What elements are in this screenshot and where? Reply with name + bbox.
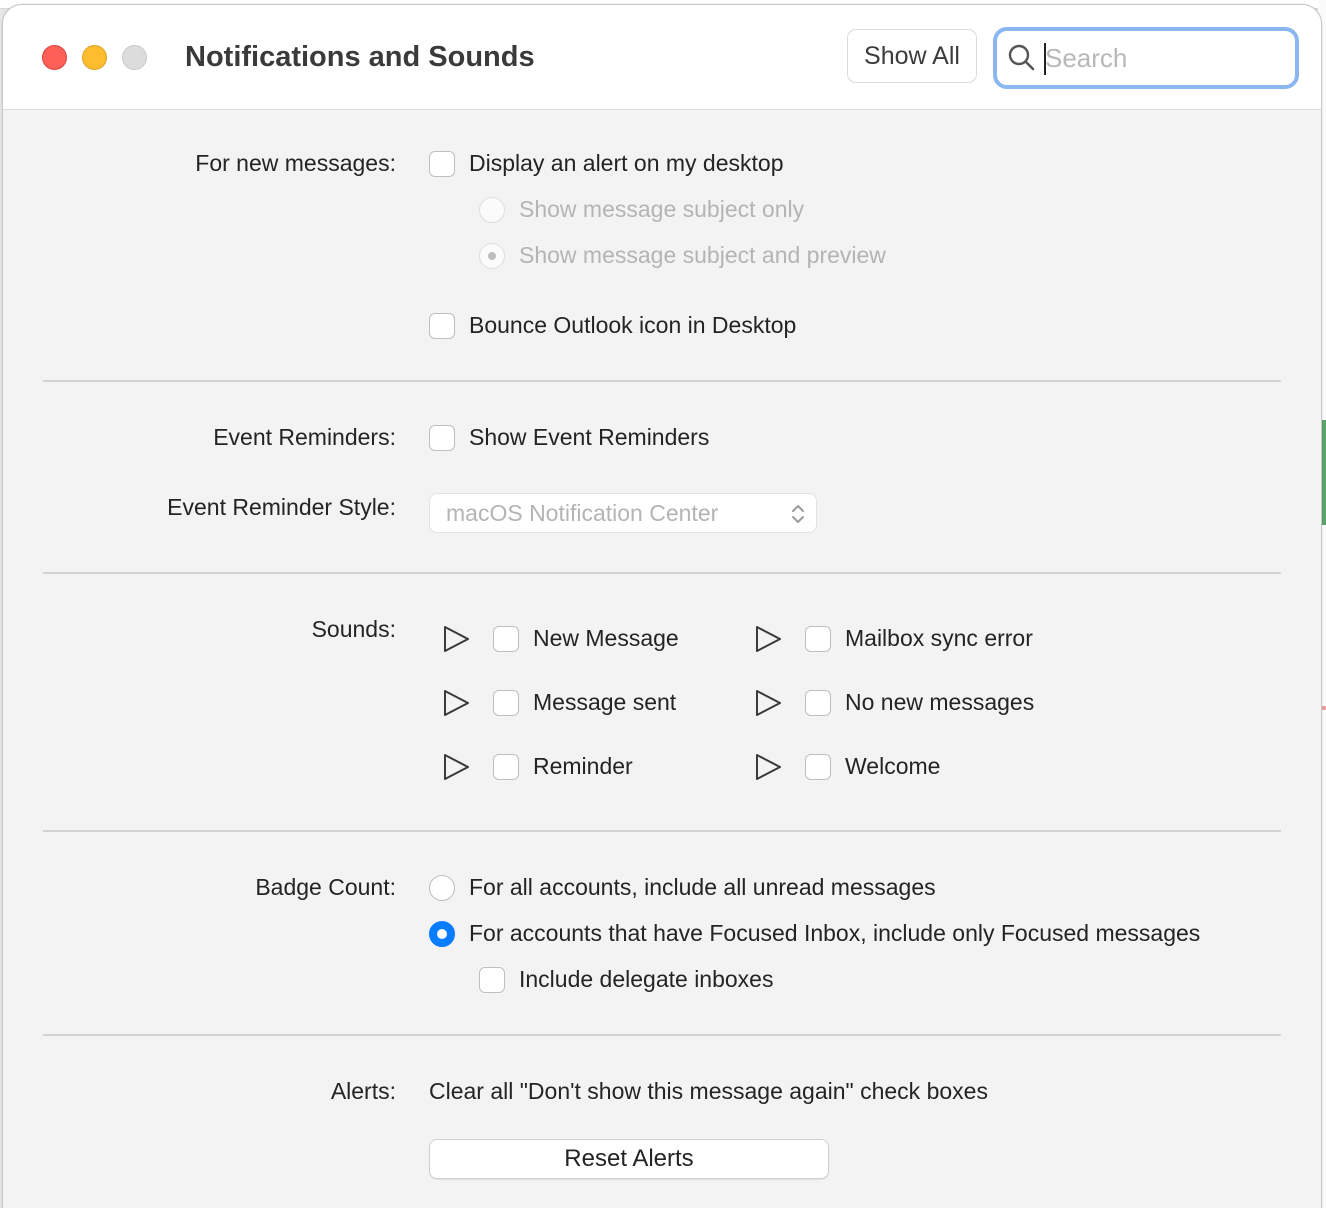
sound-checkbox[interactable]	[805, 690, 831, 716]
window-title: Notifications and Sounds	[185, 41, 535, 73]
select-value: macOS Notification Center	[446, 500, 719, 526]
sound-label: Reminder	[533, 753, 633, 779]
subject-only-radio[interactable]	[479, 197, 505, 223]
subject-and-preview-radio[interactable]	[479, 243, 505, 269]
sound-checkbox[interactable]	[493, 626, 519, 652]
play-icon[interactable]	[441, 688, 471, 718]
sound-checkbox[interactable]	[805, 754, 831, 780]
badge-focused-only-radio[interactable]	[429, 921, 455, 947]
close-window-button[interactable]	[42, 45, 67, 70]
sound-label: Welcome	[845, 753, 941, 779]
bounce-icon-label: Bounce Outlook icon in Desktop	[469, 312, 797, 338]
sound-label: Mailbox sync error	[845, 625, 1033, 651]
badge-all-accounts-radio[interactable]	[429, 875, 455, 901]
chevron-up-down-icon	[792, 505, 804, 523]
badge-count-label: Badge Count:	[255, 874, 396, 900]
show-all-button[interactable]: Show All	[847, 29, 977, 83]
badge-all-accounts-label: For all accounts, include all unread mes…	[469, 874, 936, 900]
search-icon	[1008, 44, 1035, 71]
subject-and-preview-label: Show message subject and preview	[519, 242, 886, 268]
include-delegate-checkbox[interactable]	[479, 967, 505, 993]
play-icon[interactable]	[753, 752, 783, 782]
title-bar: Notifications and Sounds Show All	[3, 5, 1321, 110]
text-caret	[1044, 43, 1046, 75]
display-alert-checkbox[interactable]	[429, 151, 455, 177]
search-field[interactable]	[993, 27, 1299, 89]
sound-label: New Message	[533, 625, 679, 651]
sound-checkbox[interactable]	[805, 626, 831, 652]
event-reminders-label: Event Reminders:	[213, 424, 396, 450]
event-reminder-style-select[interactable]: macOS Notification Center	[429, 493, 817, 533]
play-icon[interactable]	[441, 624, 471, 654]
alerts-label: Alerts:	[330, 1078, 396, 1104]
display-alert-label: Display an alert on my desktop	[469, 150, 784, 176]
section-divider	[43, 572, 1281, 574]
subject-only-label: Show message subject only	[519, 196, 805, 222]
event-reminder-style-label: Event Reminder Style:	[167, 494, 396, 520]
sound-label: No new messages	[845, 689, 1035, 715]
section-divider	[43, 1034, 1281, 1036]
section-divider	[43, 830, 1281, 832]
sound-checkbox[interactable]	[493, 754, 519, 780]
section-divider	[43, 380, 1281, 382]
alerts-description: Clear all "Don't show this message again…	[429, 1078, 988, 1104]
minimize-window-button[interactable]	[82, 45, 107, 70]
badge-focused-only-label: For accounts that have Focused Inbox, in…	[469, 920, 1201, 946]
bounce-icon-checkbox[interactable]	[429, 313, 455, 339]
show-event-reminders-label: Show Event Reminders	[469, 424, 710, 450]
show-event-reminders-checkbox[interactable]	[429, 425, 455, 451]
play-icon[interactable]	[441, 752, 471, 782]
sound-label: Message sent	[533, 689, 677, 715]
sound-checkbox[interactable]	[493, 690, 519, 716]
zoom-window-button[interactable]	[122, 45, 147, 70]
sounds-label: Sounds:	[311, 616, 396, 642]
reset-alerts-button[interactable]: Reset Alerts	[429, 1139, 829, 1179]
play-icon[interactable]	[753, 624, 783, 654]
preferences-window: Notifications and Sounds Show All For ne…	[2, 4, 1322, 1208]
include-delegate-label: Include delegate inboxes	[519, 966, 774, 992]
play-icon[interactable]	[753, 688, 783, 718]
new-messages-label: For new messages:	[195, 150, 396, 176]
search-input[interactable]	[1045, 39, 1285, 77]
